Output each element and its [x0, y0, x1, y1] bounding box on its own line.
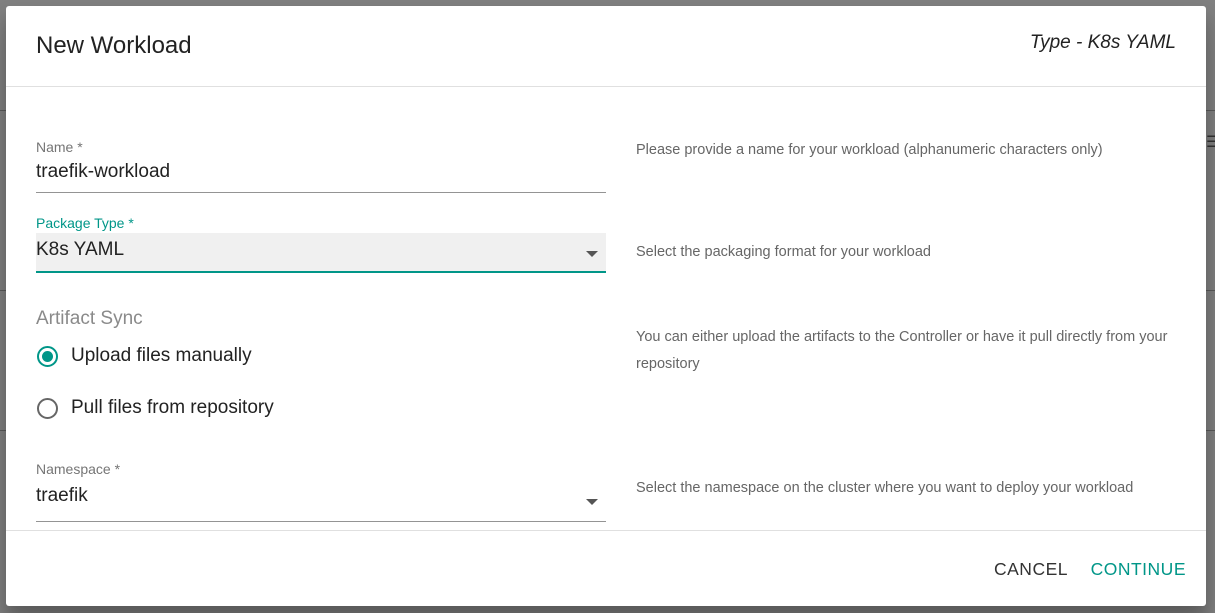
namespace-underline — [36, 521, 606, 522]
radio-pull-repository-label[interactable]: Pull files from repository — [71, 397, 274, 419]
new-workload-dialog: New Workload Type - K8s YAML Name * trae… — [6, 6, 1206, 606]
cancel-button[interactable]: CANCEL — [994, 559, 1068, 580]
namespace-value[interactable]: traefik — [36, 485, 88, 507]
name-field-underline — [36, 192, 606, 193]
continue-button[interactable]: CONTINUE — [1091, 559, 1186, 580]
dialog-header: New Workload Type - K8s YAML — [6, 6, 1206, 87]
backdrop-menu-icon: ☰ — [1206, 134, 1215, 151]
name-field[interactable]: Name * traefik-workload — [36, 137, 606, 193]
package-type-help-text: Select the packaging format for your wor… — [636, 244, 931, 260]
namespace-help-text: Select the namespace on the cluster wher… — [636, 480, 1134, 496]
artifact-sync-title: Artifact Sync — [36, 308, 143, 329]
package-type-underline — [36, 271, 606, 273]
namespace-label: Namespace * — [36, 461, 121, 477]
name-field-value[interactable]: traefik-workload — [36, 161, 170, 183]
radio-checked-icon[interactable] — [37, 345, 58, 367]
name-help-text: Please provide a name for your workload … — [636, 142, 1103, 158]
dialog-body: Name * traefik-workload Please provide a… — [6, 87, 1206, 530]
radio-pull-repository[interactable]: Pull files from repository — [36, 393, 274, 423]
name-field-label: Name * — [36, 139, 83, 155]
radio-upload-files[interactable]: Upload files manually — [36, 341, 252, 371]
dialog-footer: CANCEL CONTINUE — [6, 530, 1206, 606]
radio-upload-files-label[interactable]: Upload files manually — [71, 345, 252, 367]
package-type-value[interactable]: K8s YAML — [36, 239, 124, 261]
namespace-select[interactable]: Namespace * traefik — [36, 459, 606, 522]
artifact-sync-help-text: You can either upload the artifacts to t… — [636, 329, 1168, 372]
package-type-select[interactable]: Package Type * K8s YAML — [36, 213, 606, 275]
backdrop-divider — [1206, 290, 1215, 291]
dialog-subtitle: Type - K8s YAML — [1029, 32, 1176, 53]
chevron-down-icon[interactable] — [586, 499, 598, 505]
dialog-title: New Workload — [36, 32, 192, 59]
radio-unchecked-icon[interactable] — [37, 397, 58, 419]
package-type-label: Package Type * — [36, 215, 134, 231]
backdrop-divider — [1206, 110, 1215, 111]
chevron-down-icon[interactable] — [586, 251, 598, 257]
backdrop-divider — [1206, 430, 1215, 431]
